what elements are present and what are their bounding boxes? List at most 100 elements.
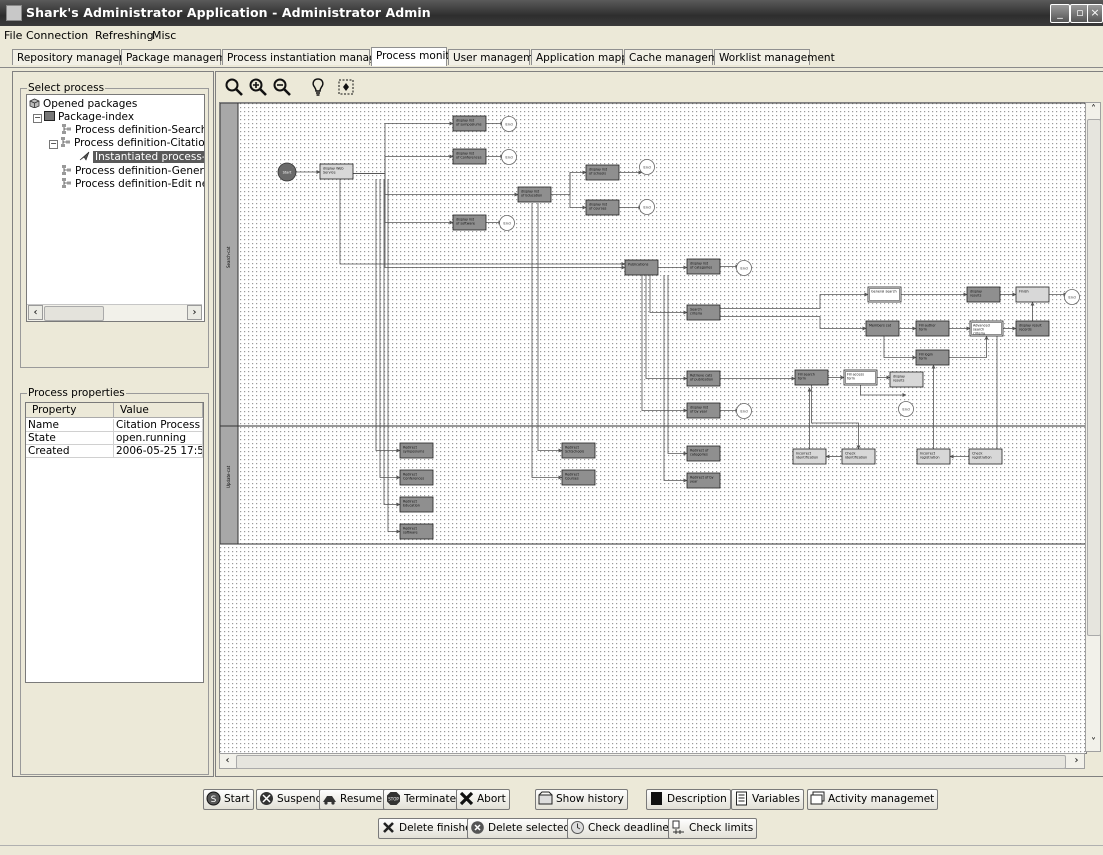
resume-button[interactable]: Resume [319,789,387,810]
scroll-right-icon[interactable]: › [187,305,202,320]
scroll-thumb[interactable] [1087,119,1101,636]
column-header-property[interactable]: Property [26,403,114,418]
activity-node[interactable]: Retrieve cats of publication [686,370,721,387]
minimize-button[interactable]: _ [1050,4,1070,23]
scroll-thumb[interactable] [44,306,104,321]
tab-process-monitor[interactable]: Process monitor [371,47,460,66]
activity-node[interactable]: Fill author form [915,320,950,337]
activity-node[interactable]: display Web Service [319,163,354,180]
property-value-cell[interactable]: 2006-05-25 17:5... [114,445,203,458]
end-node[interactable]: End [898,401,914,417]
activity-node[interactable]: display list of schools [585,164,620,181]
activity-node[interactable]: Check identification [841,448,876,465]
activity-node[interactable]: Redirect symposiums [399,442,434,459]
scroll-down-icon[interactable]: ˅ [1086,736,1101,751]
property-name-cell[interactable]: Created [26,445,114,458]
scroll-right-icon[interactable]: › [1069,754,1084,769]
activity-node[interactable]: Finish [1015,286,1050,303]
activity-management-button[interactable]: Activity managemet [807,789,939,810]
end-node[interactable]: End [501,116,517,132]
suspend-button[interactable]: Suspend [256,789,327,810]
end-node[interactable]: End [639,159,655,175]
check-limits-button[interactable]: Check limits [668,818,758,839]
activity-node[interactable]: display list of categories [686,258,721,275]
zoom-icon[interactable] [224,77,244,97]
activity-node[interactable]: Redirect SchSchools [561,442,596,459]
scroll-up-icon[interactable]: ˄ [1086,103,1101,118]
check-deadlines-button[interactable]: Check deadlines [567,818,679,839]
activity-node[interactable]: display list of Conferences [452,148,487,165]
activity-node[interactable]: Redirect of categories [686,445,721,462]
activity-node[interactable]: display list of courses [585,199,620,216]
tree-horizontal-scrollbar[interactable]: ‹ › [27,304,202,321]
end-node[interactable]: End [736,260,752,276]
activity-node[interactable]: Advanced search criteria [969,320,1004,337]
tab-user-management[interactable]: User management [448,49,551,65]
fit-view-icon[interactable] [336,77,356,97]
graph-canvas[interactable]: Search-cat Update-cat Start End End End End E… [219,102,1087,754]
property-value-cell[interactable]: open.running [114,432,203,445]
menu-connection[interactable]: Connection [26,29,88,42]
property-name-cell[interactable]: Name [26,419,114,432]
close-button[interactable]: × [1087,4,1103,23]
tab-application-mapping[interactable]: Application mapping [531,49,644,65]
tree-node-instantiated-process[interactable]: Instantiated process-401 [79,151,204,164]
scroll-left-icon[interactable]: ‹ [28,305,43,320]
activity-node[interactable]: Check registration [968,448,1003,465]
activity-node[interactable]: Members cat [865,320,900,337]
end-node[interactable]: End [501,149,517,165]
tab-cache-management[interactable]: Cache management [624,49,735,65]
delete-selected-button[interactable]: Delete selected [467,818,575,839]
activity-node[interactable]: display list of software [452,214,487,231]
terminate-button[interactable]: STOP Terminate [383,789,461,810]
tab-package-management[interactable]: Package management [121,49,243,65]
tree-node-process-definition-edit[interactable]: Process definition-Edit new da [61,178,204,191]
variables-button[interactable]: Variables [731,789,804,810]
lightbulb-icon[interactable] [308,77,328,97]
zoom-out-icon[interactable] [272,77,292,97]
activity-node[interactable]: display list of symposiums [452,115,487,132]
menu-refreshing[interactable]: Refreshing [95,29,154,42]
menu-misc[interactable]: Misc [152,29,176,42]
description-button[interactable]: Description [646,789,731,810]
tab-repository-management[interactable]: Repository management [12,49,147,65]
column-header-value[interactable]: Value [114,403,203,418]
activity-node[interactable]: Search criteria [686,304,721,321]
process-tree[interactable]: Opened packages − Package-index Process d… [26,94,205,322]
activity-node[interactable]: Fill search form [794,369,829,386]
tree-node-process-definition-general[interactable]: Process definition-General Sea [61,165,204,178]
start-node[interactable]: Start [277,162,297,182]
activity-node[interactable]: display results [889,371,924,388]
start-button[interactable]: S Start [203,789,254,810]
end-node[interactable]: End [639,199,655,215]
end-node[interactable]: End [736,403,752,419]
menu-file[interactable]: File [4,29,22,42]
tree-node-package-index[interactable]: − Package-index [33,111,134,124]
show-history-button[interactable]: Show history [535,789,628,810]
activity-node[interactable]: Redirect Conferences [399,469,434,486]
tab-worklist-management[interactable]: Worklist management [714,49,835,65]
activity-node[interactable]: display list of Education [517,186,552,203]
activity-node[interactable]: Redirect Courses [561,469,596,486]
scroll-thumb[interactable] [236,755,1066,769]
tree-node-opened-packages[interactable]: Opened packages [29,98,137,111]
graph-horizontal-scrollbar[interactable]: ‹ › [219,753,1085,769]
zoom-in-icon[interactable] [248,77,268,97]
activity-node[interactable]: Redirect of by year [686,472,721,489]
activity-node[interactable]: Incorrect identification [792,448,827,465]
graph-vertical-scrollbar[interactable]: ˄ ˅ [1085,102,1101,752]
activity-node[interactable]: Publications [624,259,659,276]
activity-node[interactable]: General search [867,286,902,303]
activity-node[interactable]: Fill access form [843,369,878,386]
property-value-cell[interactable]: Citation Process [114,419,203,432]
tab-process-instantiation-management[interactable]: Process instantiation management [222,49,410,65]
tree-node-process-definition-search[interactable]: Process definition-Search citat [61,124,204,137]
end-node[interactable]: End [1064,289,1080,305]
abort-button[interactable]: Abort [456,789,510,810]
activity-node[interactable]: display list of by year [686,402,721,419]
tree-node-process-definition-citation[interactable]: −Process definition-Citation Pro [49,137,204,150]
activity-node[interactable]: Fill login form [915,349,950,366]
activity-node[interactable]: Redirect software [399,523,434,540]
scroll-left-icon[interactable]: ‹ [220,754,235,769]
activity-node[interactable]: display result records [1015,320,1050,337]
